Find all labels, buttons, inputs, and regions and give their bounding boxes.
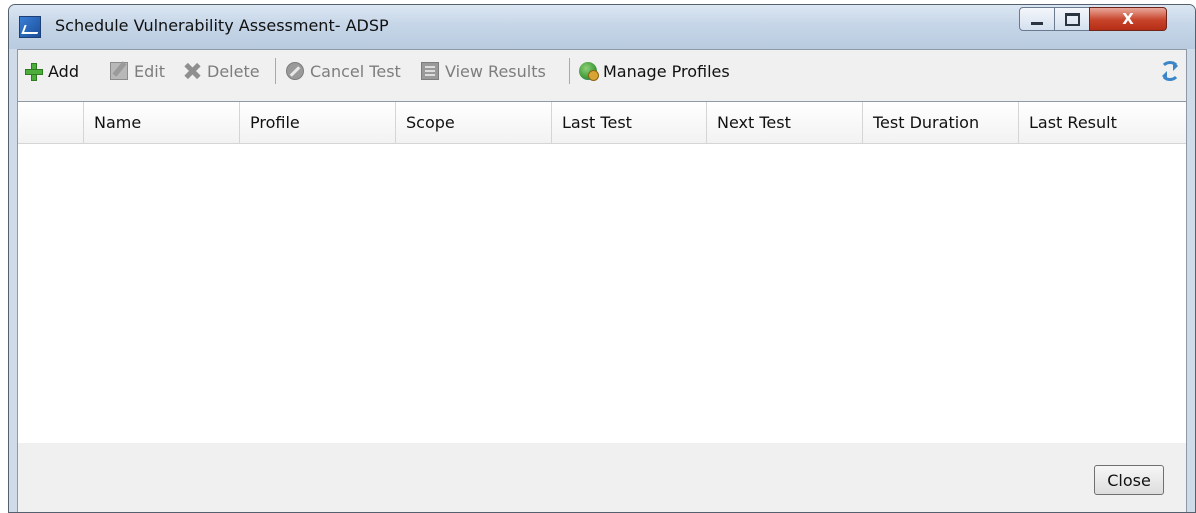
add-button[interactable]: Add [24, 60, 79, 82]
dialog-footer: Close [18, 443, 1186, 512]
add-label: Add [48, 61, 79, 81]
table-header: Name Profile Scope Last Test Next Test T… [18, 102, 1186, 144]
column-header-last-result[interactable]: Last Result [1019, 102, 1186, 143]
schedule-table[interactable]: Name Profile Scope Last Test Next Test T… [18, 101, 1186, 444]
toolbar: Add Edit Delete Cancel Test View Results [18, 50, 1186, 92]
window-close-button[interactable]: X [1089, 7, 1167, 31]
edit-button[interactable]: Edit [110, 60, 165, 82]
maximize-icon [1064, 12, 1080, 26]
toolbar-separator [275, 58, 276, 84]
column-header-name[interactable]: Name [84, 102, 240, 143]
column-header-last-test[interactable]: Last Test [552, 102, 707, 143]
window-title: Schedule Vulnerability Assessment- ADSP [55, 16, 389, 35]
delete-button[interactable]: Delete [183, 60, 260, 82]
plus-icon [24, 62, 43, 81]
refresh-icon[interactable] [1160, 61, 1180, 81]
title-bar[interactable]: Schedule Vulnerability Assessment- ADSP … [9, 5, 1195, 49]
manage-profiles-label: Manage Profiles [603, 61, 730, 81]
dialog-window: Schedule Vulnerability Assessment- ADSP … [8, 4, 1196, 513]
edit-icon [110, 62, 128, 80]
minimize-button[interactable] [1019, 7, 1055, 31]
profiles-icon [579, 62, 599, 81]
column-header-select[interactable] [18, 102, 84, 143]
edit-label: Edit [134, 61, 165, 81]
toolbar-separator [569, 58, 570, 84]
view-results-button[interactable]: View Results [421, 60, 546, 82]
view-results-icon [421, 62, 439, 80]
minimize-icon [1031, 21, 1043, 25]
close-icon: X [1122, 10, 1134, 28]
delete-label: Delete [207, 61, 260, 81]
cancel-test-label: Cancel Test [310, 61, 401, 81]
column-header-scope[interactable]: Scope [396, 102, 552, 143]
app-icon [19, 16, 41, 38]
column-header-next-test[interactable]: Next Test [707, 102, 863, 143]
cancel-test-button[interactable]: Cancel Test [286, 60, 401, 82]
column-header-test-duration[interactable]: Test Duration [863, 102, 1019, 143]
maximize-button[interactable] [1054, 7, 1090, 31]
dialog-content: Add Edit Delete Cancel Test View Results [17, 49, 1187, 512]
delete-icon [183, 62, 201, 80]
close-button[interactable]: Close [1094, 465, 1164, 495]
manage-profiles-button[interactable]: Manage Profiles [579, 60, 730, 82]
cancel-icon [286, 62, 304, 80]
column-header-profile[interactable]: Profile [240, 102, 396, 143]
view-results-label: View Results [445, 61, 546, 81]
